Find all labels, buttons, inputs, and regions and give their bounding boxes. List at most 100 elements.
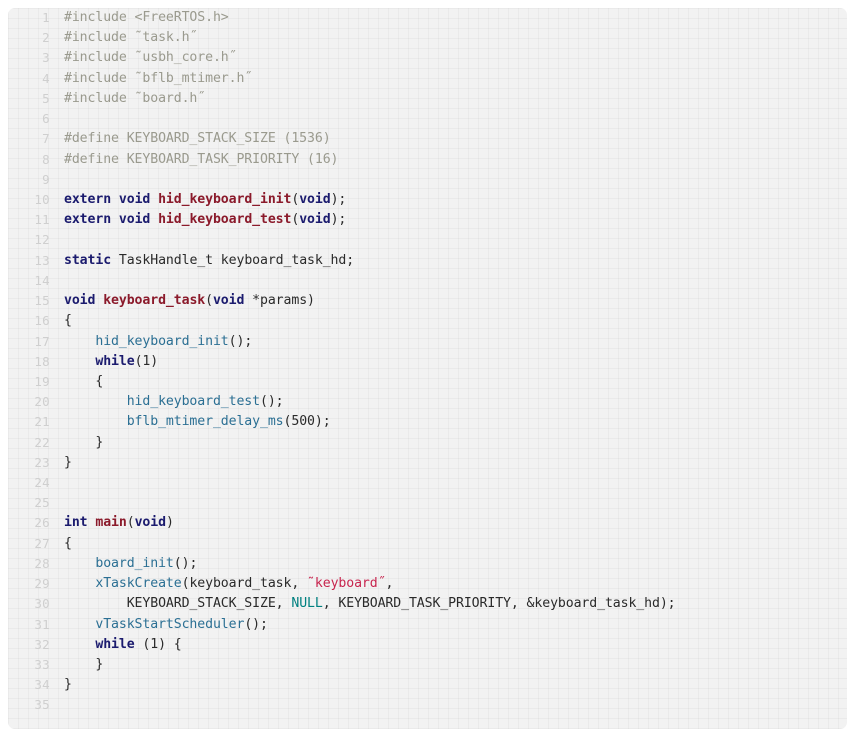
code-token: KEYBOARD_STACK_SIZE, — [64, 596, 292, 612]
code-line[interactable]: 17 hid_keyboard_init(); — [8, 332, 847, 352]
code-line[interactable]: 20 hid_keyboard_test(); — [8, 392, 847, 412]
code-line[interactable]: 31 vTaskStartScheduler(); — [8, 615, 847, 635]
code-token: (); — [244, 616, 268, 632]
code-content[interactable]: #include ˜task.h˝ — [50, 28, 847, 48]
code-content[interactable]: xTaskCreate(keyboard_task, ˜keyboard˝, — [50, 574, 847, 594]
code-content[interactable]: board_init(); — [50, 554, 847, 574]
code-content[interactable]: while (1) { — [50, 635, 847, 655]
code-line[interactable]: 19 { — [8, 372, 847, 392]
code-token: ( — [126, 515, 135, 531]
code-content[interactable] — [50, 493, 847, 513]
code-line[interactable]: 15 void keyboard_task(void *params) — [8, 291, 847, 311]
code-content[interactable]: { — [50, 534, 847, 554]
line-number: 22 — [34, 434, 50, 450]
code-line[interactable]: 28 board_init(); — [8, 554, 847, 574]
code-content[interactable]: } — [50, 433, 847, 453]
code-line[interactable]: 22 } — [8, 433, 847, 453]
line-number: 25 — [34, 495, 50, 511]
code-content[interactable]: hid_keyboard_test(); — [50, 392, 847, 412]
code-content[interactable] — [50, 109, 847, 129]
code-content[interactable]: #define KEYBOARD_TASK_PRIORITY (16) — [50, 150, 847, 170]
code-content[interactable]: { — [50, 372, 847, 392]
code-token: (); — [173, 555, 198, 571]
code-line[interactable]: 32 while (1) { — [8, 635, 847, 655]
code-content[interactable]: } — [50, 675, 847, 695]
code-line[interactable]: 6 — [8, 109, 847, 129]
code-token: { — [64, 373, 104, 389]
line-number: 35 — [34, 697, 50, 713]
code-content[interactable]: vTaskStartScheduler(); — [50, 615, 847, 635]
code-line[interactable]: 35 — [8, 695, 847, 715]
code-line[interactable]: 26 int main(void) — [8, 513, 847, 533]
code-line[interactable]: 30 KEYBOARD_STACK_SIZE, NULL, KEYBOARD_T… — [8, 594, 847, 614]
code-content[interactable] — [50, 271, 847, 291]
code-line[interactable]: 13 static TaskHandle_t keyboard_task_hd; — [8, 251, 847, 271]
code-content[interactable]: } — [50, 453, 847, 473]
code-content[interactable]: int main(void) — [50, 513, 847, 533]
code-listing-panel[interactable]: 1 #include <FreeRTOS.h> 2 #include ˜task.h˝… — [8, 8, 847, 729]
code-token: board_init — [95, 555, 174, 571]
code-token: vTaskStartScheduler — [95, 616, 245, 632]
code-content[interactable] — [50, 473, 847, 493]
code-token: ( — [134, 636, 151, 652]
code-token: extern — [64, 212, 112, 228]
code-line[interactable]: 1 #include <FreeRTOS.h> — [8, 8, 847, 28]
code-content[interactable]: void keyboard_task(void *params) — [50, 291, 847, 311]
code-content[interactable]: bflb_mtimer_delay_ms(500); — [50, 412, 847, 432]
code-content[interactable]: #include ˜board.h˝ — [50, 89, 847, 109]
line-number: 33 — [34, 657, 50, 672]
line-number: 23 — [34, 454, 50, 470]
code-line[interactable]: 11 extern void hid_keyboard_test(void); — [8, 210, 847, 230]
code-line[interactable]: 34} — [8, 675, 847, 695]
code-line[interactable]: 33 } — [8, 655, 847, 675]
code-content[interactable] — [50, 230, 847, 250]
code-line[interactable]: 2 #include ˜task.h˝ — [8, 28, 847, 48]
code-line[interactable]: 18 while(1) — [8, 352, 847, 372]
code-content[interactable]: static TaskHandle_t keyboard_task_hd; — [50, 251, 847, 271]
code-content[interactable]: while(1) — [50, 352, 847, 372]
code-content[interactable]: extern void hid_keyboard_init(void); — [50, 190, 847, 210]
line-number: 20 — [34, 394, 50, 410]
code-token: } — [64, 677, 72, 693]
code-content[interactable]: #include ˜usbh_core.h˝ — [50, 48, 847, 68]
code-line[interactable]: 8 #define KEYBOARD_TASK_PRIORITY (16) — [8, 150, 847, 170]
code-line[interactable]: 3 #include ˜usbh_core.h˝ — [8, 48, 847, 68]
line-number: 15 — [34, 293, 50, 309]
code-line[interactable]: 9 — [8, 170, 847, 190]
code-content[interactable]: { — [50, 311, 847, 331]
code-token: 1 — [150, 636, 159, 652]
code-content[interactable] — [50, 695, 847, 715]
code-line[interactable]: 4 #include ˜bflb_mtimer.h˝ — [8, 69, 847, 89]
code-content[interactable]: extern void hid_keyboard_test(void); — [50, 210, 847, 230]
code-line[interactable]: 12 — [8, 230, 847, 250]
line-number: 10 — [34, 191, 50, 207]
code-line[interactable]: 25 — [8, 493, 847, 513]
code-token: } — [64, 434, 104, 450]
code-line[interactable]: 5 #include ˜board.h˝ — [8, 89, 847, 109]
code-line[interactable]: 23} — [8, 453, 847, 473]
code-token: ); — [314, 414, 331, 430]
line-number: 26 — [34, 515, 50, 531]
code-content[interactable]: #include <FreeRTOS.h> — [50, 8, 847, 28]
code-line[interactable]: 29 xTaskCreate(keyboard_task, ˜keyboard˝… — [8, 574, 847, 594]
code-line[interactable]: 27 { — [8, 534, 847, 554]
code-content[interactable]: #define KEYBOARD_STACK_SIZE (1536) — [50, 129, 847, 149]
code-line[interactable]: 24 — [8, 473, 847, 493]
code-line[interactable]: 21 bflb_mtimer_delay_ms(500); — [8, 412, 847, 432]
code-token: #include ˜task.h˝ — [64, 30, 198, 46]
code-content[interactable]: } — [50, 655, 847, 675]
code-content[interactable]: KEYBOARD_STACK_SIZE, NULL, KEYBOARD_TASK… — [50, 594, 847, 614]
code-line[interactable]: 10 extern void hid_keyboard_init(void); — [8, 190, 847, 210]
code-token: void — [134, 515, 166, 531]
code-token: (); — [228, 333, 253, 349]
code-table: 1 #include <FreeRTOS.h> 2 #include ˜task.h˝… — [8, 8, 847, 716]
code-content[interactable]: #include ˜bflb_mtimer.h˝ — [50, 69, 847, 89]
code-content[interactable] — [50, 170, 847, 190]
code-line[interactable]: 16 { — [8, 311, 847, 331]
code-line[interactable]: 14 — [8, 271, 847, 291]
code-line[interactable]: 7 #define KEYBOARD_STACK_SIZE (1536) — [8, 129, 847, 149]
code-token: TaskHandle_t keyboard_task_hd; — [111, 252, 355, 268]
code-content[interactable]: hid_keyboard_init(); — [50, 332, 847, 352]
